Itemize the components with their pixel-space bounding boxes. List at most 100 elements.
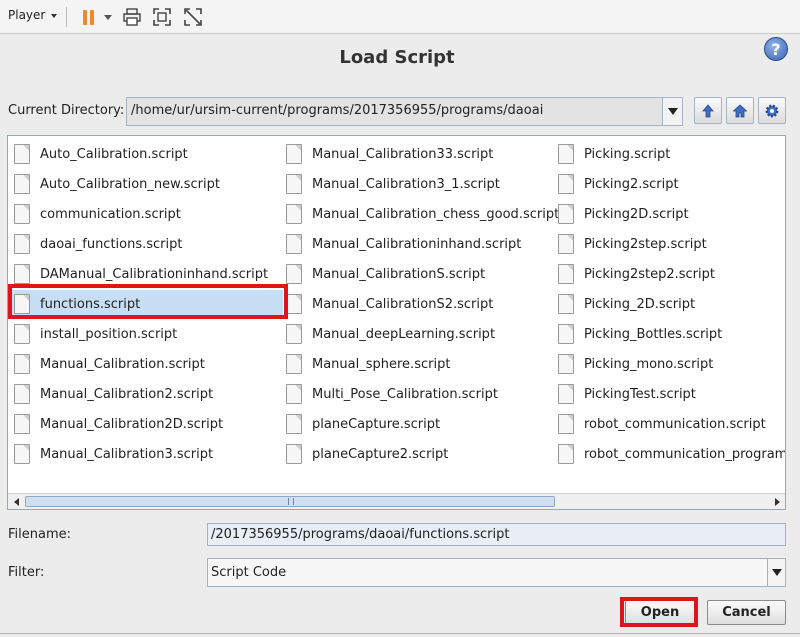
file-icon [14,264,30,284]
home-folder-button[interactable] [726,97,754,124]
file-icon [286,324,302,344]
current-directory-field[interactable]: /home/ur/ursim-current/programs/20173569… [126,97,663,126]
file-icon [558,174,574,194]
file-icon [14,234,30,254]
file-icon [14,174,30,194]
list-item[interactable]: DAManual_Calibrationinhand.script [8,260,283,288]
list-item[interactable]: Manual_sphere.script [280,350,552,378]
settings-button[interactable] [758,97,786,124]
open-button[interactable]: Open [625,600,695,625]
list-item[interactable]: Multi_Pose_Calibration.script [280,380,552,408]
filename-field[interactable]: /2017356955/programs/daoai/functions.scr… [207,523,786,546]
filter-dropdown[interactable] [767,558,786,587]
list-item[interactable]: Picking_mono.script [552,350,785,378]
file-icon [558,294,574,314]
file-icon [558,264,574,284]
filter-label: Filter: [8,565,45,580]
list-item[interactable]: Manual_deepLearning.script [280,320,552,348]
window-bottom-border [0,633,800,634]
list-item[interactable]: Manual_Calibration3_1.script [280,170,552,198]
file-icon [14,294,30,314]
file-list[interactable]: Auto_Calibration.script Auto_Calibration… [7,135,786,510]
list-item[interactable]: Manual_Calibration2.script [8,380,283,408]
chevron-down-icon [667,108,678,115]
chevron-down-icon [51,14,58,18]
gear-icon [765,104,779,117]
file-icon [286,264,302,284]
list-item-selected[interactable]: functions.script [8,290,283,318]
cancel-button[interactable]: Cancel [707,600,786,625]
file-icon [286,384,302,404]
list-item[interactable]: Manual_Calibration.script [8,350,283,378]
list-item[interactable]: Manual_Calibrationinhand.script [280,230,552,258]
help-icon[interactable]: ? [764,37,788,61]
fullscreen-icon[interactable] [152,7,172,27]
file-icon [558,444,574,464]
up-folder-button[interactable] [694,97,722,124]
print-icon[interactable] [122,7,142,27]
file-icon [14,354,30,374]
file-icon [286,414,302,434]
list-item[interactable]: Manual_Calibration_chess_good.script [280,200,559,228]
list-item[interactable]: Picking_Bottles.script [552,320,785,348]
list-item[interactable]: Manual_Calibration3.script [8,440,283,468]
list-item[interactable]: planeCapture2.script [280,440,552,468]
list-item[interactable]: communication.script [8,200,283,228]
file-icon [286,234,302,254]
list-item[interactable]: robot_communication_program.script [552,440,785,468]
list-item[interactable]: robot_communication.script [552,410,785,438]
scroll-left-icon[interactable] [8,494,24,509]
file-icon [558,144,574,164]
list-item[interactable]: Auto_Calibration.script [8,140,283,168]
file-icon [14,204,30,224]
grip-icon [288,498,294,505]
file-icon [286,444,302,464]
horizontal-scrollbar[interactable] [8,493,785,509]
file-icon [14,384,30,404]
filter-select[interactable]: Script Code [207,558,768,587]
home-icon [732,103,748,117]
list-item[interactable]: Manual_CalibrationS.script [280,260,552,288]
list-item[interactable]: Manual_Calibration2D.script [8,410,283,438]
list-item[interactable]: Picking2D.script [552,200,785,228]
pause-icon[interactable] [78,7,98,27]
file-icon [14,414,30,434]
file-icon [558,414,574,434]
file-icon [286,294,302,314]
list-item[interactable]: Picking2step2.script [552,260,785,288]
scroll-right-icon[interactable] [769,494,785,509]
current-directory-dropdown[interactable] [662,97,683,126]
file-icon [558,324,574,344]
file-icon [14,144,30,164]
file-icon [558,204,574,224]
list-item[interactable]: Picking2.script [552,170,785,198]
list-item[interactable]: Auto_Calibration_new.script [8,170,283,198]
file-icon [14,444,30,464]
list-item[interactable]: Picking2step.script [552,230,785,258]
list-item[interactable]: Picking_2D.script [552,290,785,318]
list-item[interactable]: install_position.script [8,320,283,348]
file-icon [14,324,30,344]
file-icon [286,144,302,164]
file-icon [558,234,574,254]
file-icon [286,354,302,374]
filename-label: Filename: [8,527,72,542]
list-item[interactable]: planeCapture.script [280,410,552,438]
list-item[interactable]: Manual_CalibrationS2.script [280,290,552,318]
list-item[interactable]: daoai_functions.script [8,230,283,258]
exit-fullscreen-icon[interactable] [183,7,203,27]
player-menu[interactable]: Player [8,8,58,22]
list-item[interactable]: Picking.script [552,140,785,168]
dropdown-caret-icon[interactable] [104,15,112,20]
chevron-down-icon [771,569,782,576]
list-item[interactable]: Manual_Calibration33.script [280,140,552,168]
file-icon [286,174,302,194]
current-directory-label: Current Directory: [8,103,125,118]
list-item[interactable]: PickingTest.script [552,380,785,408]
scrollbar-thumb[interactable] [25,496,555,507]
file-icon [286,204,302,224]
player-menu-label: Player [8,8,46,22]
dialog-title: Load Script [339,47,455,68]
player-toolbar: Player [0,0,800,34]
file-icon [558,384,574,404]
